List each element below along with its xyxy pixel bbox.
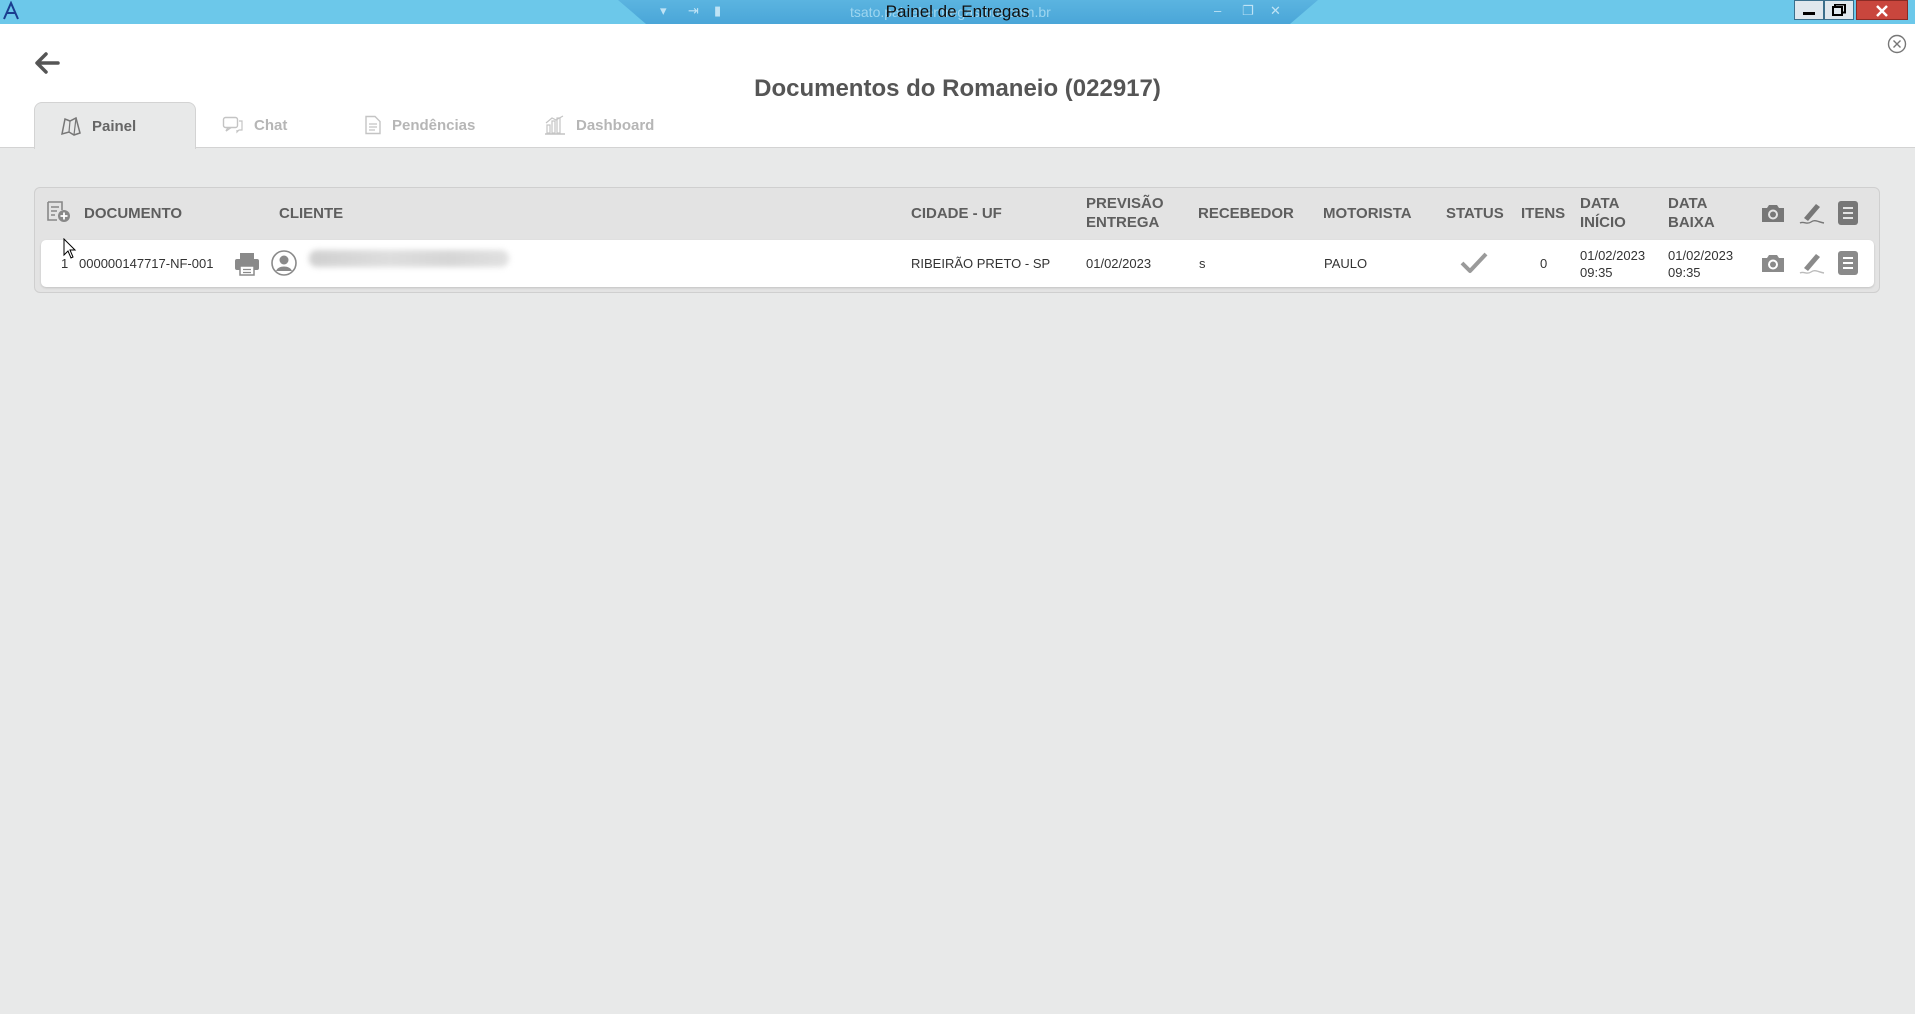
table-row[interactable]: 1 000000147717-NF-001 RIBEIRÃO PRETO - S… xyxy=(41,240,1874,287)
ribbon-close-icon[interactable]: ✕ xyxy=(1270,3,1281,19)
close-icon xyxy=(1876,5,1888,17)
close-circle-icon[interactable] xyxy=(1886,33,1908,55)
col-documento[interactable]: DOCUMENTO xyxy=(84,204,182,223)
tab-pendencias[interactable]: Pendências xyxy=(364,102,475,148)
col-previsao-line2: ENTREGA xyxy=(1086,214,1160,231)
data-baixa-cell: 01/02/2023 09:35 xyxy=(1668,247,1733,281)
col-data-baixa-line1: DATA xyxy=(1668,195,1708,212)
app-logo-icon xyxy=(3,1,19,20)
restore-icon xyxy=(1832,4,1846,16)
bar-chart-icon xyxy=(545,115,565,135)
notes-icon xyxy=(1838,201,1858,225)
ribbon-minimize-icon[interactable]: – xyxy=(1214,3,1221,18)
col-status[interactable]: STATUS xyxy=(1446,204,1504,223)
col-data-inicio[interactable]: DATA INÍCIO xyxy=(1580,194,1626,232)
col-previsao-entrega[interactable]: PREVISÃO ENTREGA xyxy=(1086,194,1164,232)
previsao-entrega-cell: 01/02/2023 xyxy=(1086,256,1152,271)
tab-label: Dashboard xyxy=(576,116,655,134)
printer-icon[interactable] xyxy=(234,252,260,276)
maximize-button[interactable] xyxy=(1824,0,1854,20)
back-arrow-icon[interactable] xyxy=(30,48,64,78)
documents-table: DOCUMENTO CLIENTE CIDADE - UF PREVISÃO E… xyxy=(34,187,1880,293)
col-data-baixa-line2: BAIXA xyxy=(1668,214,1715,231)
signature-icon[interactable] xyxy=(1798,250,1826,276)
data-inicio-cell: 01/02/2023 09:35 xyxy=(1580,247,1645,281)
data-baixa-date: 01/02/2023 xyxy=(1668,248,1734,263)
tab-dashboard[interactable]: Dashboard xyxy=(544,102,654,148)
chevron-down-icon[interactable]: ▾ xyxy=(660,3,667,19)
tab-chat[interactable]: Chat xyxy=(222,102,287,148)
col-cidade-uf[interactable]: CIDADE - UF xyxy=(911,204,1002,223)
col-data-inicio-line2: INÍCIO xyxy=(1580,214,1626,231)
col-data-inicio-line1: DATA xyxy=(1580,195,1620,212)
col-previsao-line1: PREVISÃO xyxy=(1086,195,1164,212)
tab-label: Painel xyxy=(92,117,137,135)
cidade-uf-cell: RIBEIRÃO PRETO - SP xyxy=(911,256,1051,271)
document-icon xyxy=(365,115,381,135)
camera-icon xyxy=(1762,205,1784,222)
documento-cell[interactable]: 000000147717-NF-001 xyxy=(79,255,213,272)
mouse-cursor-icon xyxy=(63,238,77,259)
notes-icon[interactable] xyxy=(1837,250,1859,276)
tab-label: Pendências xyxy=(392,116,476,134)
close-window-button[interactable] xyxy=(1856,0,1908,20)
col-cliente[interactable]: CLIENTE xyxy=(279,204,343,223)
chat-icon xyxy=(222,116,243,134)
col-motorista[interactable]: MOTORISTA xyxy=(1323,204,1412,223)
ribbon-restore-icon[interactable]: ❐ xyxy=(1242,3,1254,19)
remote-session-bar: ▾ ⇥ ▮ tsato.painel.entregas.bre.com.br –… xyxy=(618,0,1318,24)
add-document-icon[interactable] xyxy=(46,200,72,224)
status-check-icon xyxy=(1460,252,1488,273)
table-header: DOCUMENTO CLIENTE CIDADE - UF PREVISÃO E… xyxy=(35,188,1879,236)
col-itens[interactable]: ITENS xyxy=(1521,204,1565,223)
tab-label: Chat xyxy=(254,116,288,134)
window-titlebar: ▾ ⇥ ▮ tsato.painel.entregas.bre.com.br –… xyxy=(0,0,1915,24)
camera-icon[interactable] xyxy=(1760,252,1786,274)
col-data-baixa[interactable]: DATA BAIXA xyxy=(1668,194,1715,232)
itens-cell: 0 xyxy=(1540,256,1548,271)
signature-icon xyxy=(1799,204,1825,224)
minimize-icon xyxy=(1803,12,1815,15)
recebedor-cell: s xyxy=(1199,256,1206,271)
remote-url: tsato.painel.entregas.bre.com.br xyxy=(850,4,1051,20)
map-icon xyxy=(61,116,81,136)
pin-icon[interactable]: ⇥ xyxy=(688,3,699,19)
client-avatar-icon[interactable] xyxy=(271,250,297,276)
col-recebedor[interactable]: RECEBEDOR xyxy=(1198,204,1294,223)
minimize-button[interactable] xyxy=(1794,0,1824,20)
tab-painel[interactable]: Painel xyxy=(34,102,196,149)
data-baixa-time: 09:35 xyxy=(1668,265,1701,280)
page-title: Documentos do Romaneio (022917) xyxy=(754,75,1161,102)
client-name-redacted xyxy=(309,250,509,267)
data-inicio-time: 09:35 xyxy=(1580,265,1613,280)
data-inicio-date: 01/02/2023 xyxy=(1580,248,1646,263)
motorista-cell: PAULO xyxy=(1324,256,1368,271)
signal-icon: ▮ xyxy=(714,3,722,18)
page-header: Documentos do Romaneio (022917) Painel C… xyxy=(0,24,1915,149)
